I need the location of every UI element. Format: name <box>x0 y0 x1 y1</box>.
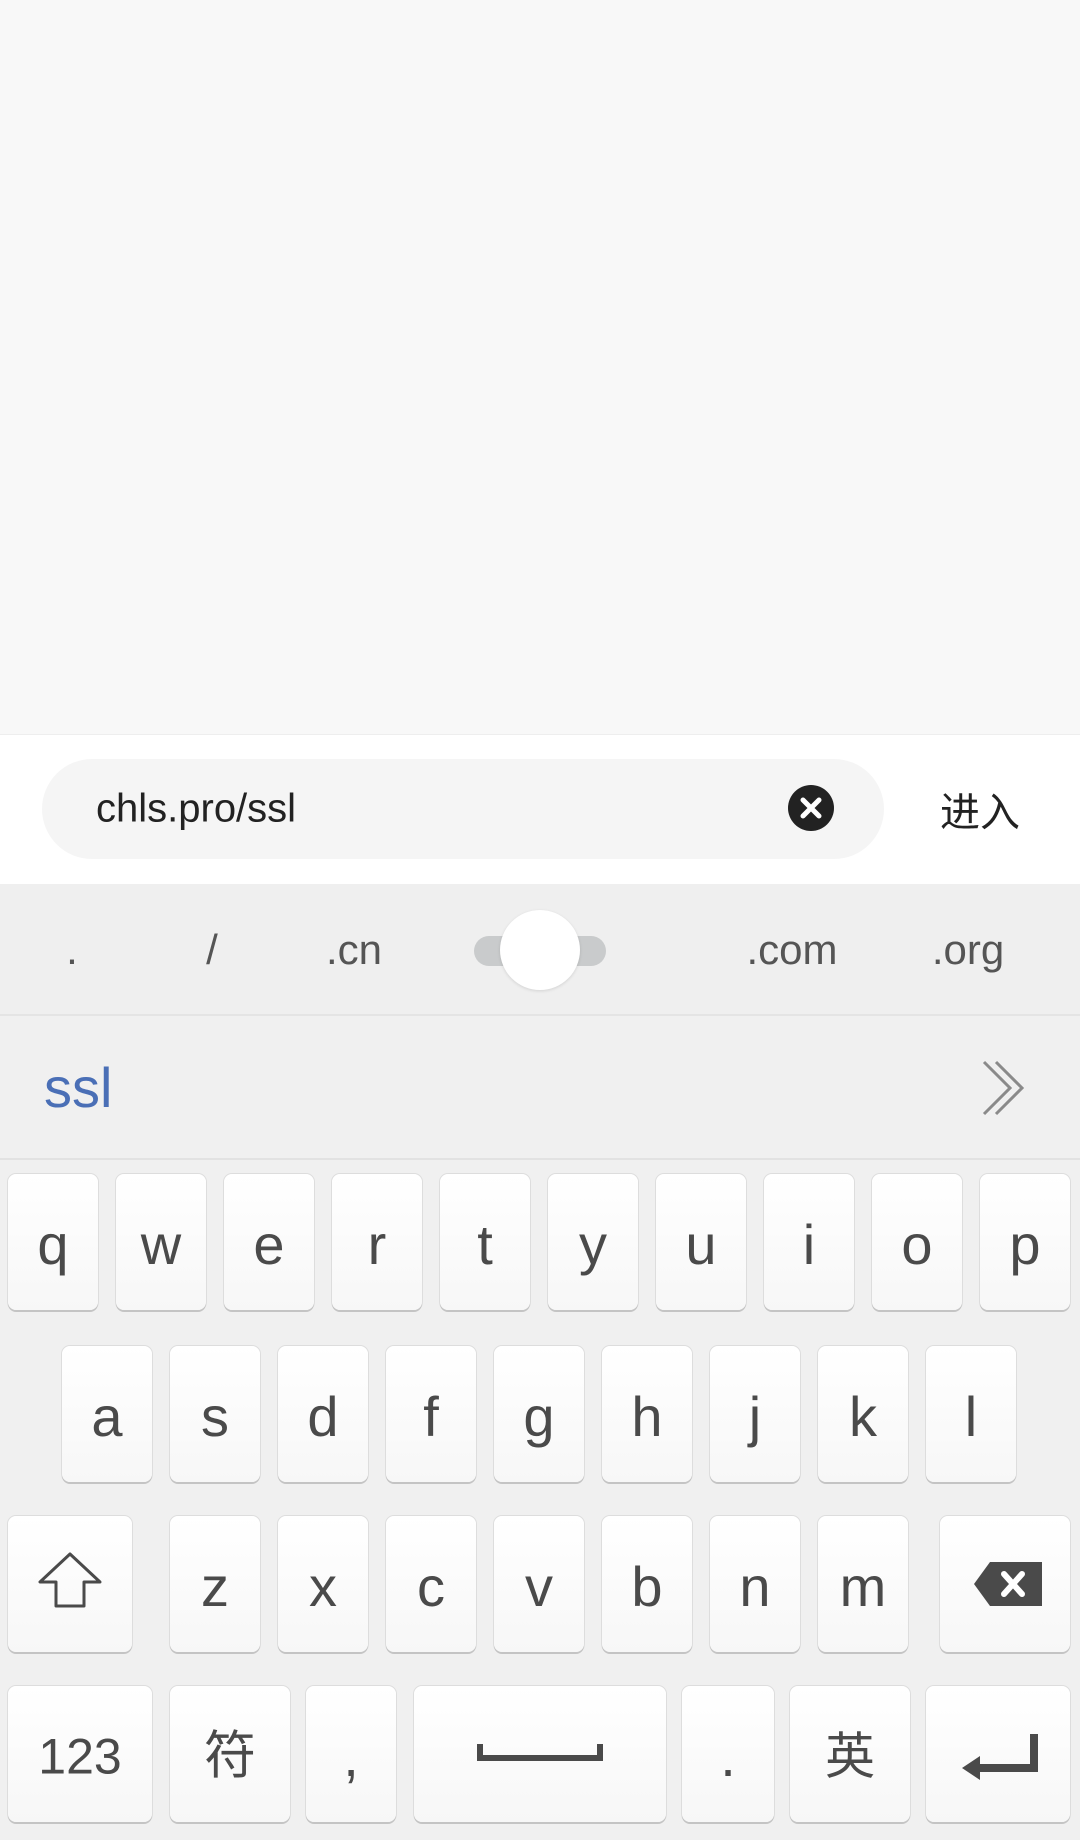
letter-key[interactable]: n <box>710 1516 800 1652</box>
letter-key[interactable]: c <box>386 1516 476 1652</box>
letter-key[interactable]: i <box>764 1174 854 1310</box>
domain-shortcut-bar: . / .cn .com .org <box>0 884 1080 1016</box>
space-bar-icon <box>477 1744 603 1761</box>
url-input[interactable]: chls.pro/ssl <box>42 759 884 859</box>
letter-key[interactable]: m <box>818 1516 908 1652</box>
shift-arrow-icon <box>38 1552 102 1608</box>
letter-key[interactable]: o <box>872 1174 962 1310</box>
letter-key[interactable]: h <box>602 1346 692 1482</box>
letter-key[interactable]: e <box>224 1174 314 1310</box>
letter-key[interactable]: a <box>62 1346 152 1482</box>
clear-icon[interactable] <box>788 785 834 831</box>
letter-key[interactable]: s <box>170 1346 260 1482</box>
comma-key[interactable]: , <box>306 1686 396 1822</box>
letter-key[interactable]: v <box>494 1516 584 1652</box>
letter-key[interactable]: p <box>980 1174 1070 1310</box>
letter-key[interactable]: w <box>116 1174 206 1310</box>
url-text[interactable]: chls.pro/ssl <box>96 787 296 832</box>
letter-key[interactable]: b <box>602 1516 692 1652</box>
candidate-bar: ssl <box>0 1016 1080 1160</box>
symbols-key[interactable]: 符 <box>170 1686 290 1822</box>
shift-key[interactable] <box>8 1516 132 1652</box>
candidate-word[interactable]: ssl <box>44 1016 112 1160</box>
letter-key[interactable]: r <box>332 1174 422 1310</box>
soft-keyboard: qwertyuiop asdfghjkl zxcvbnm 123 符 , . 英 <box>0 1160 1080 1840</box>
enter-return-icon <box>962 1734 1038 1780</box>
letter-key[interactable]: g <box>494 1346 584 1482</box>
letter-key[interactable]: l <box>926 1346 1016 1482</box>
enter-key[interactable] <box>926 1686 1070 1822</box>
letter-key[interactable]: d <box>278 1346 368 1482</box>
shortcut-dot[interactable]: . <box>66 884 78 1016</box>
shortcut-com[interactable]: .com <box>746 884 837 1016</box>
backspace-icon <box>974 1562 1042 1606</box>
letter-key[interactable]: q <box>8 1174 98 1310</box>
go-button[interactable]: 进入 <box>940 763 1020 863</box>
webpage-content-area <box>0 0 1080 734</box>
period-key[interactable]: . <box>682 1686 774 1822</box>
letter-key[interactable]: x <box>278 1516 368 1652</box>
letter-key[interactable]: z <box>170 1516 260 1652</box>
address-bar: chls.pro/ssl 进入 <box>0 734 1080 884</box>
letter-key[interactable]: j <box>710 1346 800 1482</box>
shortcut-org[interactable]: .org <box>932 884 1004 1016</box>
shortcut-slash[interactable]: / <box>206 884 218 1016</box>
letter-key[interactable]: k <box>818 1346 908 1482</box>
language-key[interactable]: 英 <box>790 1686 910 1822</box>
double-chevron-right-icon[interactable] <box>978 1058 1028 1118</box>
space-key[interactable] <box>414 1686 666 1822</box>
letter-key[interactable]: t <box>440 1174 530 1310</box>
shortcut-cn[interactable]: .cn <box>326 884 382 1016</box>
numbers-key[interactable]: 123 <box>8 1686 152 1822</box>
letter-key[interactable]: u <box>656 1174 746 1310</box>
letter-key[interactable]: y <box>548 1174 638 1310</box>
toggle-knob[interactable] <box>500 910 580 990</box>
backspace-key[interactable] <box>940 1516 1070 1652</box>
letter-key[interactable]: f <box>386 1346 476 1482</box>
